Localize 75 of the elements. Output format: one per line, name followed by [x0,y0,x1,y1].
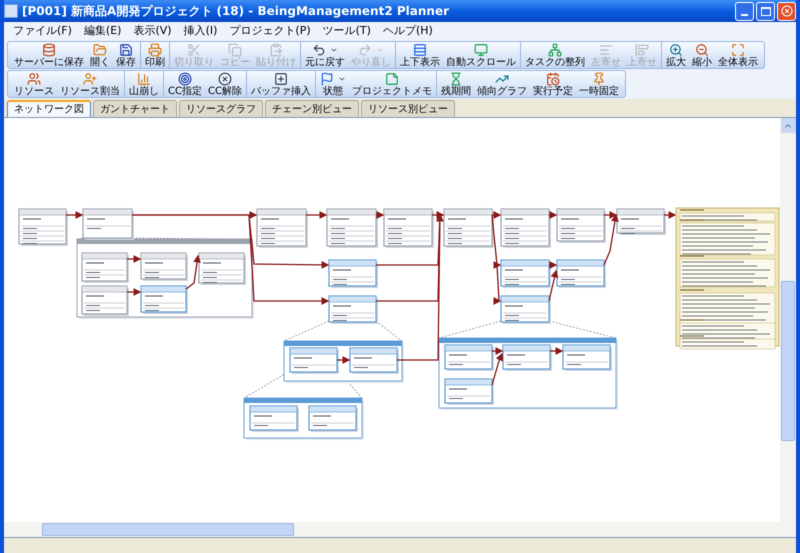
toolbar-button[interactable]: サーバーに保存 [11,42,87,68]
menu-item[interactable]: 表示(V) [128,23,177,40]
people-icon [27,72,41,86]
printer-icon [148,42,162,56]
toolbar-button[interactable]: バッファ挿入 [248,71,314,97]
view-tab[interactable]: ガントチャート [93,100,177,117]
toolbar-button[interactable]: 縮小 [689,42,715,68]
redo-icon [358,42,372,56]
target-icon [178,72,192,86]
maximize-icon [760,6,770,16]
scroll-thumb[interactable] [42,523,294,536]
horizontal-scrollbar[interactable] [4,522,796,537]
toolbar-button[interactable]: CC解除 [204,71,245,97]
view-tab[interactable]: ネットワーク図 [7,100,91,117]
fit-screen-icon [731,42,745,56]
hourglass-icon [448,72,463,86]
clipboard-icon [269,42,283,56]
menu-item[interactable]: 編集(E) [78,23,126,40]
toolbar-button[interactable]: CC指定 [165,71,205,97]
note-icon [384,72,399,86]
toolbar-button[interactable]: 上下表示 [397,42,443,68]
app-icon [4,4,18,18]
toolbar-button[interactable]: 一時固定 [576,71,622,97]
copy-icon [228,42,242,56]
menu-item[interactable]: ツール(T) [318,23,376,40]
pin-icon [592,72,606,86]
calendar-icon [546,72,560,86]
align-top-icon [635,42,649,56]
maximize-button[interactable] [756,2,775,20]
toolbar-button[interactable]: 開く [87,42,113,68]
scroll-thumb[interactable] [781,281,795,441]
toolbar-button[interactable]: リソース [11,71,57,97]
toolbar-button[interactable]: 印刷 [142,42,168,68]
toolbar-button[interactable]: 状態 [316,71,349,97]
toolbar-button[interactable]: リソース割当 [57,71,123,97]
x-circle-icon [218,72,232,86]
minimize-button[interactable] [735,2,754,20]
close-button[interactable] [777,2,796,20]
menu-item[interactable]: ファイル(F) [8,23,77,40]
toolbar-button[interactable]: 元に戻す [302,42,348,68]
bar-chart-icon [137,72,151,86]
toolbar-button[interactable]: 拡大 [663,42,689,68]
undo-icon [312,42,326,56]
toolbar-button[interactable]: 残期間 [438,71,474,97]
window-title: [P001] 新商品A開発プロジェクト (18) - BeingManagement2 Planner [22,3,449,20]
view-tab[interactable]: リソースグラフ [179,100,263,117]
toolbar-button[interactable]: 傾向グラフ [474,71,530,97]
align-left-icon [599,42,613,56]
person-add-icon [83,72,97,86]
close-icon [780,5,792,17]
vertical-scrollbar[interactable] [780,118,796,522]
monitor-icon [474,42,488,56]
toolbar-button[interactable]: 実行予定 [530,71,576,97]
toolbar-button[interactable]: タスクの整列 [522,42,588,68]
zoom-in-icon [669,42,683,56]
view-tab[interactable]: リソース別ビュー [361,100,455,117]
menu-item[interactable]: 挿入(I) [178,23,222,40]
network-icon [548,42,562,56]
flag-icon [320,72,334,86]
server-icon [42,42,56,56]
view-tab[interactable]: チェーン別ビュー [265,100,359,117]
menu-item[interactable]: ヘルプ(H) [378,23,438,40]
toolbar-button[interactable]: プロジェクトメモ [348,71,435,97]
zoom-out-icon [695,42,709,56]
toolbar-button[interactable]: 全体表示 [715,42,761,68]
scroll-up-button[interactable] [780,118,796,133]
toolbar-button[interactable]: 自動スクロール [443,42,519,68]
minimize-icon [741,14,748,16]
rows-icon [413,42,427,56]
menu-item[interactable]: プロジェクト(P) [224,23,316,40]
plus-square-icon [274,72,288,86]
scissors-icon [187,42,201,56]
folder-icon [93,42,107,56]
toolbar-button[interactable]: 保存 [113,42,139,68]
toolbar-button[interactable]: 山崩し [126,71,162,97]
